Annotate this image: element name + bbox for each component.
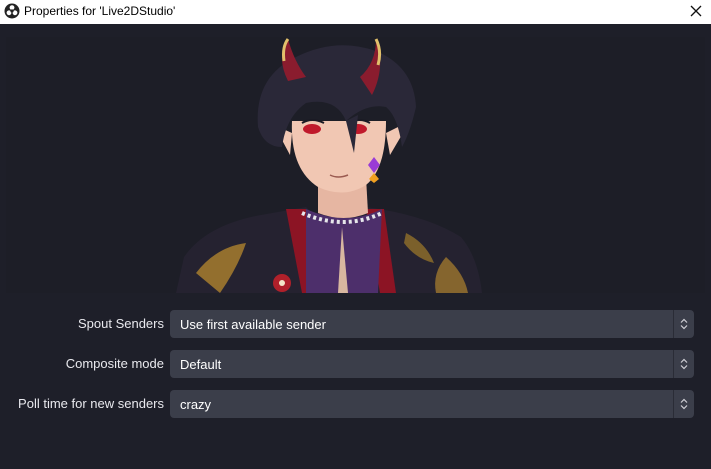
chevron-up-down-icon xyxy=(680,318,688,330)
poll-time-select[interactable]: crazy xyxy=(170,390,694,418)
chevron-up-down-icon xyxy=(680,358,688,370)
spout-senders-value: Use first available sender xyxy=(180,317,326,332)
spout-senders-select[interactable]: Use first available sender xyxy=(170,310,694,338)
composite-mode-value: Default xyxy=(180,357,222,372)
title-bar: Properties for 'Live2DStudio' xyxy=(0,0,711,24)
chevron-up-down-icon xyxy=(680,398,688,410)
character-preview-image xyxy=(6,37,705,293)
source-preview xyxy=(6,37,705,293)
spout-senders-label: Spout Senders xyxy=(77,316,164,331)
obs-icon xyxy=(4,3,20,19)
window-title: Properties for 'Live2DStudio' xyxy=(24,4,176,18)
composite-mode-select[interactable]: Default xyxy=(170,350,694,378)
close-icon[interactable] xyxy=(687,2,705,20)
poll-time-value: crazy xyxy=(180,397,212,412)
poll-time-label: Poll time for new senders xyxy=(18,396,164,411)
composite-mode-arrow[interactable] xyxy=(673,350,694,378)
composite-mode-row: Composite mode Default xyxy=(0,350,711,378)
poll-time-row: Poll time for new senders crazy xyxy=(0,390,711,418)
composite-mode-label: Composite mode xyxy=(65,356,164,371)
poll-time-arrow[interactable] xyxy=(673,390,694,418)
spout-senders-arrow[interactable] xyxy=(673,310,694,338)
spout-senders-row: Spout Senders Use first available sender xyxy=(0,310,711,338)
